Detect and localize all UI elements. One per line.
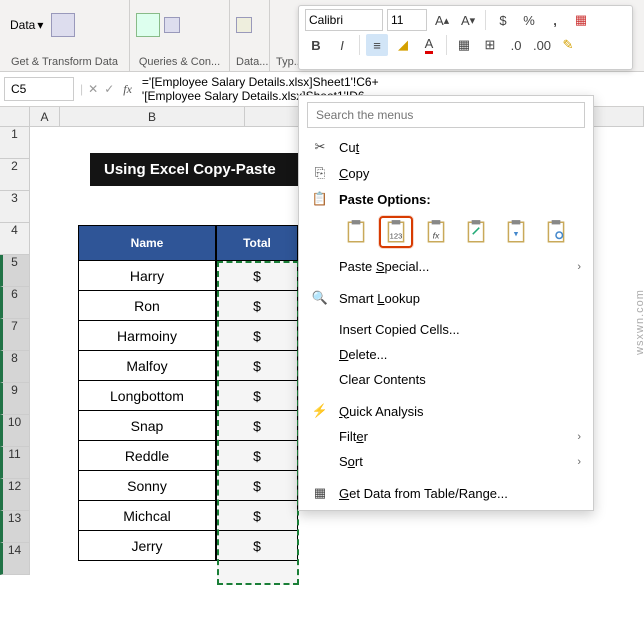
table-row: Longbottom$	[78, 381, 300, 411]
fx-icon[interactable]: fx	[123, 82, 132, 97]
menu-quick-analysis[interactable]: ⚡ Quick Analysis	[299, 398, 593, 424]
name-box[interactable]	[4, 77, 74, 101]
confirm-icon[interactable]: ✓	[101, 82, 117, 96]
paste-link[interactable]	[539, 216, 573, 248]
ribbon-group-label: Data...	[236, 56, 263, 68]
chevron-right-icon: ›	[577, 456, 581, 468]
menu-get-data-table[interactable]: ▦ Get Data from Table/Range...	[299, 480, 593, 506]
font-color-icon[interactable]: A	[418, 34, 440, 56]
italic-icon[interactable]: I	[331, 34, 353, 56]
table-row: Snap$	[78, 411, 300, 441]
table-header: Total	[216, 225, 298, 261]
scissors-icon: ✂	[311, 139, 329, 155]
svg-text:fx: fx	[433, 231, 440, 241]
stock-icon[interactable]	[236, 17, 252, 33]
table-row: Michcal$	[78, 501, 300, 531]
menu-clear-contents[interactable]: Clear Contents	[299, 367, 593, 392]
format-painter-icon[interactable]: ✎	[557, 34, 579, 56]
table-row: Ron$	[78, 291, 300, 321]
row-header[interactable]: 4	[0, 223, 30, 255]
percent-icon[interactable]: %	[518, 9, 540, 31]
table-row: Jerry$	[78, 531, 300, 561]
font-family-select[interactable]	[305, 9, 383, 31]
row-header[interactable]: 2	[0, 159, 30, 191]
currency-icon[interactable]: $	[492, 9, 514, 31]
table-row: Malfoy$	[78, 351, 300, 381]
conditional-format-icon[interactable]: ▦	[570, 9, 592, 31]
chevron-right-icon: ›	[577, 261, 581, 273]
bold-icon[interactable]: B	[305, 34, 327, 56]
comma-icon[interactable]: ,	[544, 9, 566, 31]
borders-icon[interactable]: ▦	[453, 34, 475, 56]
paste-values[interactable]: 123	[379, 216, 413, 248]
query-icon[interactable]	[164, 17, 180, 33]
get-data-btn[interactable]: Data ▾	[6, 16, 47, 34]
from-table-icon[interactable]	[51, 13, 75, 37]
row-header[interactable]: 12	[0, 479, 30, 511]
select-all-corner[interactable]	[0, 107, 30, 127]
row-header[interactable]: 7	[0, 319, 30, 351]
row-header[interactable]: 1	[0, 127, 30, 159]
menu-smart-lookup[interactable]: 🔍 Smart Lookup	[299, 285, 593, 311]
context-menu: ✂ Cut ⎘ Copy 📋 Paste Options: 123 fx Pas…	[298, 95, 594, 511]
row-header[interactable]: 9	[0, 383, 30, 415]
table-row: Reddle$	[78, 441, 300, 471]
row-header[interactable]: 10	[0, 415, 30, 447]
menu-cut[interactable]: ✂ Cut	[299, 134, 593, 160]
row-header[interactable]: 13	[0, 511, 30, 543]
cancel-icon[interactable]: ✕	[85, 82, 101, 96]
data-table: Name Total Harry$ Ron$ Harmoiny$ Malfoy$…	[78, 225, 300, 561]
ribbon-group-label: Get & Transform Data	[6, 56, 123, 68]
table-row: Sonny$	[78, 471, 300, 501]
menu-search-input[interactable]	[307, 102, 585, 128]
table-header: Name	[78, 225, 216, 261]
increase-font-icon[interactable]: A▴	[431, 9, 453, 31]
table-icon: ▦	[311, 485, 329, 501]
row-header[interactable]: 5	[0, 255, 30, 287]
row-header[interactable]: 14	[0, 543, 30, 575]
menu-sort[interactable]: Sort ›	[299, 449, 593, 474]
ribbon-group-label: Queries & Con...	[136, 56, 223, 68]
menu-paste-special[interactable]: Paste Special... ›	[299, 254, 593, 279]
decrease-font-icon[interactable]: A▾	[457, 9, 479, 31]
paste-options-heading: Paste Options:	[339, 192, 581, 207]
menu-insert-copied[interactable]: Insert Copied Cells...	[299, 317, 593, 342]
copy-icon: ⎘	[311, 165, 329, 181]
ribbon-group-label: Typ...	[276, 56, 299, 68]
paste-default[interactable]	[339, 216, 373, 248]
paste-formatting[interactable]	[499, 216, 533, 248]
font-size-select[interactable]	[387, 9, 427, 31]
chevron-right-icon: ›	[577, 431, 581, 443]
menu-copy[interactable]: ⎘ Copy	[299, 160, 593, 186]
svg-text:123: 123	[390, 232, 403, 241]
menu-delete[interactable]: Delete...	[299, 342, 593, 367]
row-header[interactable]: 6	[0, 287, 30, 319]
merge-icon[interactable]: ⊞	[479, 34, 501, 56]
align-center-icon[interactable]: ≡	[366, 34, 388, 56]
mini-toolbar: A▴ A▾ $ % , ▦ B I ≡ ◢ A ▦ ⊞ .0 .00 ✎	[298, 5, 633, 70]
paste-transpose[interactable]	[459, 216, 493, 248]
col-header[interactable]: B	[60, 107, 245, 127]
refresh-icon[interactable]	[136, 13, 160, 37]
col-header[interactable]: A	[30, 107, 60, 127]
fill-color-icon[interactable]: ◢	[392, 34, 414, 56]
table-row: Harry$	[78, 261, 300, 291]
decrease-decimal-icon[interactable]: .0	[505, 34, 527, 56]
search-icon: 🔍	[311, 290, 329, 306]
row-header[interactable]: 11	[0, 447, 30, 479]
row-header[interactable]: 3	[0, 191, 30, 223]
quick-analysis-icon: ⚡	[311, 403, 329, 419]
menu-filter[interactable]: Filter ›	[299, 424, 593, 449]
row-header[interactable]: 8	[0, 351, 30, 383]
table-row: Harmoiny$	[78, 321, 300, 351]
paste-formulas[interactable]: fx	[419, 216, 453, 248]
increase-decimal-icon[interactable]: .00	[531, 34, 553, 56]
watermark: wsxwn.com	[634, 289, 644, 355]
clipboard-icon: 📋	[311, 191, 329, 207]
